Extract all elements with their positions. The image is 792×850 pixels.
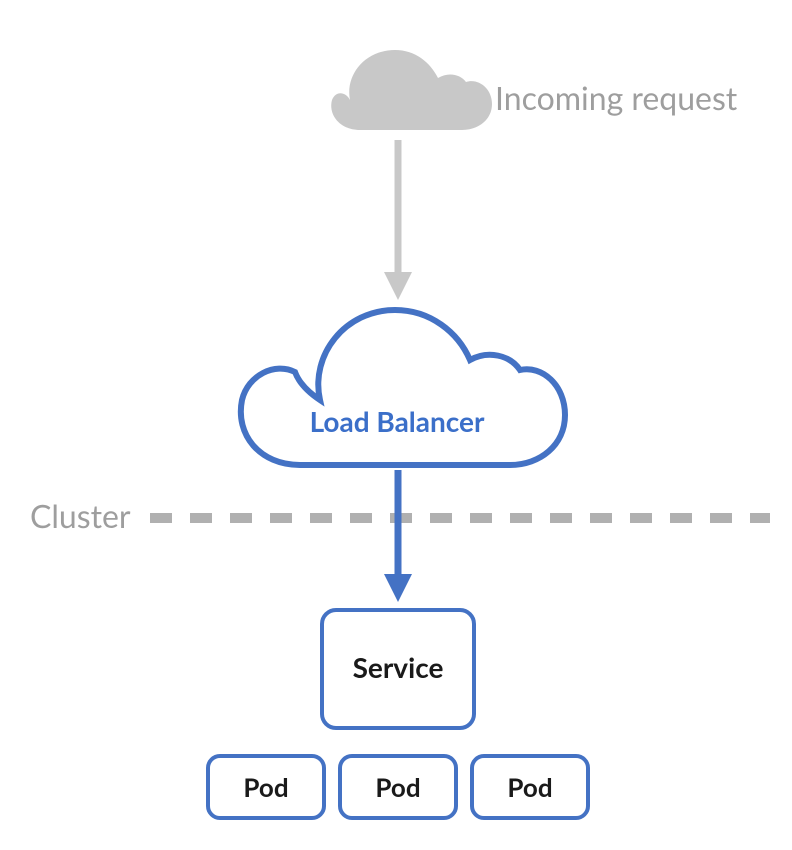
cluster-label: Cluster xyxy=(30,496,131,535)
service-label: Service xyxy=(353,650,444,684)
service-box: Service xyxy=(322,610,474,728)
arrow-lb-to-service-icon xyxy=(384,470,412,602)
pod-3-label: Pod xyxy=(507,771,552,803)
pod-1-label: Pod xyxy=(243,771,288,803)
pod-box-1: Pod xyxy=(208,756,324,818)
arrow-incoming-icon xyxy=(384,140,412,300)
architecture-diagram: Incoming request Load Balancer Cluster S… xyxy=(0,0,792,850)
pod-2-label: Pod xyxy=(375,771,420,803)
pod-box-2: Pod xyxy=(340,756,456,818)
pod-box-3: Pod xyxy=(472,756,588,818)
load-balancer-cloud-icon xyxy=(241,310,565,465)
incoming-cloud-icon xyxy=(331,50,492,130)
incoming-request-label: Incoming request xyxy=(495,78,738,117)
load-balancer-label: Load Balancer xyxy=(310,404,485,438)
